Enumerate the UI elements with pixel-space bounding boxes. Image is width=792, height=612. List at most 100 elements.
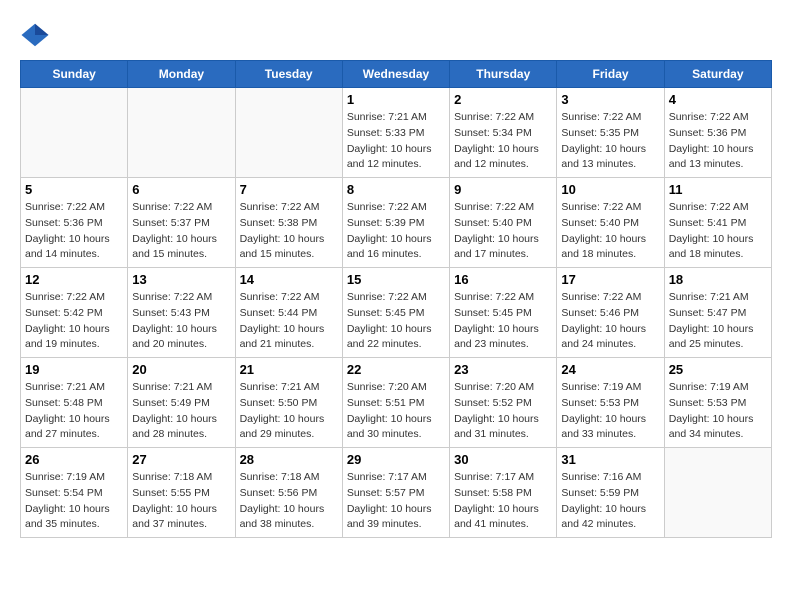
day-info: Sunrise: 7:22 AMSunset: 5:40 PMDaylight:…	[561, 200, 659, 263]
calendar-cell: 11 Sunrise: 7:22 AMSunset: 5:41 PMDayligh…	[664, 178, 771, 268]
day-number: 7	[240, 182, 338, 197]
calendar-cell: 4 Sunrise: 7:22 AMSunset: 5:36 PMDaylight…	[664, 88, 771, 178]
day-info: Sunrise: 7:19 AMSunset: 5:53 PMDaylight:…	[561, 380, 659, 443]
day-number: 24	[561, 362, 659, 377]
day-info: Sunrise: 7:22 AMSunset: 5:44 PMDaylight:…	[240, 290, 338, 353]
day-info: Sunrise: 7:22 AMSunset: 5:45 PMDaylight:…	[454, 290, 552, 353]
calendar-cell: 19Sunrise: 7:21 AMSunset: 5:48 PMDayligh…	[21, 358, 128, 448]
day-number: 30	[454, 452, 552, 467]
day-info: Sunrise: 7:20 AMSunset: 5:51 PMDaylight:…	[347, 380, 445, 443]
day-number: 25	[669, 362, 767, 377]
day-number: 8	[347, 182, 445, 197]
weekday-header-sunday: Sunday	[21, 61, 128, 88]
logo-icon	[20, 20, 50, 50]
calendar-week-1: 1 Sunrise: 7:21 AMSunset: 5:33 PMDaylight…	[21, 88, 772, 178]
day-number: 5	[25, 182, 123, 197]
calendar-cell: 29 Sunrise: 7:17 AMSunset: 5:57 PMDayligh…	[342, 448, 449, 538]
day-info: Sunrise: 7:21 AMSunset: 5:33 PMDaylight:…	[347, 110, 445, 173]
day-number: 14	[240, 272, 338, 287]
calendar-cell: 20 Sunrise: 7:21 AMSunset: 5:49 PMDayligh…	[128, 358, 235, 448]
logo	[20, 20, 54, 50]
day-number: 29	[347, 452, 445, 467]
calendar-cell: 25 Sunrise: 7:19 AMSunset: 5:53 PMDayligh…	[664, 358, 771, 448]
day-info: Sunrise: 7:22 AMSunset: 5:41 PMDaylight:…	[669, 200, 767, 263]
day-info: Sunrise: 7:18 AMSunset: 5:56 PMDaylight:…	[240, 470, 338, 533]
day-number: 1	[347, 92, 445, 107]
calendar-cell: 18 Sunrise: 7:21 AMSunset: 5:47 PMDayligh…	[664, 268, 771, 358]
calendar-cell: 22 Sunrise: 7:20 AMSunset: 5:51 PMDayligh…	[342, 358, 449, 448]
day-info: Sunrise: 7:22 AMSunset: 5:36 PMDaylight:…	[25, 200, 123, 263]
day-info: Sunrise: 7:22 AMSunset: 5:36 PMDaylight:…	[669, 110, 767, 173]
day-number: 26	[25, 452, 123, 467]
calendar-cell	[235, 88, 342, 178]
calendar-table: SundayMondayTuesdayWednesdayThursdayFrid…	[20, 60, 772, 538]
day-number: 20	[132, 362, 230, 377]
calendar-cell: 17Sunrise: 7:22 AMSunset: 5:46 PMDayligh…	[557, 268, 664, 358]
calendar-cell: 26Sunrise: 7:19 AMSunset: 5:54 PMDayligh…	[21, 448, 128, 538]
calendar-week-2: 5 Sunrise: 7:22 AMSunset: 5:36 PMDaylight…	[21, 178, 772, 268]
day-info: Sunrise: 7:17 AMSunset: 5:57 PMDaylight:…	[347, 470, 445, 533]
calendar-cell: 13Sunrise: 7:22 AMSunset: 5:43 PMDayligh…	[128, 268, 235, 358]
calendar-cell: 23 Sunrise: 7:20 AMSunset: 5:52 PMDayligh…	[450, 358, 557, 448]
day-info: Sunrise: 7:22 AMSunset: 5:42 PMDaylight:…	[25, 290, 123, 353]
calendar-cell: 5 Sunrise: 7:22 AMSunset: 5:36 PMDaylight…	[21, 178, 128, 268]
weekday-header-friday: Friday	[557, 61, 664, 88]
day-number: 2	[454, 92, 552, 107]
day-number: 15	[347, 272, 445, 287]
calendar-cell	[21, 88, 128, 178]
calendar-cell: 31 Sunrise: 7:16 AMSunset: 5:59 PMDayligh…	[557, 448, 664, 538]
day-number: 19	[25, 362, 123, 377]
calendar-cell: 7 Sunrise: 7:22 AMSunset: 5:38 PMDaylight…	[235, 178, 342, 268]
calendar-header-row: SundayMondayTuesdayWednesdayThursdayFrid…	[21, 61, 772, 88]
calendar-cell: 10 Sunrise: 7:22 AMSunset: 5:40 PMDayligh…	[557, 178, 664, 268]
calendar-cell: 16 Sunrise: 7:22 AMSunset: 5:45 PMDayligh…	[450, 268, 557, 358]
calendar-week-5: 26Sunrise: 7:19 AMSunset: 5:54 PMDayligh…	[21, 448, 772, 538]
weekday-header-monday: Monday	[128, 61, 235, 88]
day-number: 16	[454, 272, 552, 287]
calendar-cell: 8 Sunrise: 7:22 AMSunset: 5:39 PMDaylight…	[342, 178, 449, 268]
calendar-cell: 3Sunrise: 7:22 AMSunset: 5:35 PMDaylight…	[557, 88, 664, 178]
calendar-cell: 14 Sunrise: 7:22 AMSunset: 5:44 PMDayligh…	[235, 268, 342, 358]
calendar-cell	[128, 88, 235, 178]
calendar-cell: 9 Sunrise: 7:22 AMSunset: 5:40 PMDaylight…	[450, 178, 557, 268]
day-number: 18	[669, 272, 767, 287]
calendar-week-3: 12Sunrise: 7:22 AMSunset: 5:42 PMDayligh…	[21, 268, 772, 358]
day-info: Sunrise: 7:20 AMSunset: 5:52 PMDaylight:…	[454, 380, 552, 443]
day-info: Sunrise: 7:17 AMSunset: 5:58 PMDaylight:…	[454, 470, 552, 533]
day-info: Sunrise: 7:22 AMSunset: 5:43 PMDaylight:…	[132, 290, 230, 353]
calendar-cell: 28Sunrise: 7:18 AMSunset: 5:56 PMDayligh…	[235, 448, 342, 538]
calendar-cell: 2 Sunrise: 7:22 AMSunset: 5:34 PMDaylight…	[450, 88, 557, 178]
calendar-cell: 1 Sunrise: 7:21 AMSunset: 5:33 PMDaylight…	[342, 88, 449, 178]
calendar-cell: 30 Sunrise: 7:17 AMSunset: 5:58 PMDayligh…	[450, 448, 557, 538]
calendar-cell: 27Sunrise: 7:18 AMSunset: 5:55 PMDayligh…	[128, 448, 235, 538]
day-info: Sunrise: 7:19 AMSunset: 5:53 PMDaylight:…	[669, 380, 767, 443]
day-number: 31	[561, 452, 659, 467]
day-info: Sunrise: 7:22 AMSunset: 5:40 PMDaylight:…	[454, 200, 552, 263]
day-number: 9	[454, 182, 552, 197]
day-info: Sunrise: 7:21 AMSunset: 5:47 PMDaylight:…	[669, 290, 767, 353]
day-info: Sunrise: 7:22 AMSunset: 5:39 PMDaylight:…	[347, 200, 445, 263]
page-header	[20, 20, 772, 50]
calendar-cell: 12Sunrise: 7:22 AMSunset: 5:42 PMDayligh…	[21, 268, 128, 358]
calendar-cell: 24 Sunrise: 7:19 AMSunset: 5:53 PMDayligh…	[557, 358, 664, 448]
day-info: Sunrise: 7:22 AMSunset: 5:38 PMDaylight:…	[240, 200, 338, 263]
day-number: 10	[561, 182, 659, 197]
day-info: Sunrise: 7:21 AMSunset: 5:49 PMDaylight:…	[132, 380, 230, 443]
day-info: Sunrise: 7:21 AMSunset: 5:50 PMDaylight:…	[240, 380, 338, 443]
day-number: 3	[561, 92, 659, 107]
weekday-header-wednesday: Wednesday	[342, 61, 449, 88]
day-number: 11	[669, 182, 767, 197]
day-number: 6	[132, 182, 230, 197]
day-number: 4	[669, 92, 767, 107]
day-number: 23	[454, 362, 552, 377]
weekday-header-thursday: Thursday	[450, 61, 557, 88]
day-info: Sunrise: 7:18 AMSunset: 5:55 PMDaylight:…	[132, 470, 230, 533]
calendar-cell	[664, 448, 771, 538]
day-info: Sunrise: 7:22 AMSunset: 5:45 PMDaylight:…	[347, 290, 445, 353]
weekday-header-saturday: Saturday	[664, 61, 771, 88]
calendar-cell: 6Sunrise: 7:22 AMSunset: 5:37 PMDaylight…	[128, 178, 235, 268]
day-info: Sunrise: 7:22 AMSunset: 5:34 PMDaylight:…	[454, 110, 552, 173]
day-number: 17	[561, 272, 659, 287]
day-number: 22	[347, 362, 445, 377]
day-info: Sunrise: 7:16 AMSunset: 5:59 PMDaylight:…	[561, 470, 659, 533]
